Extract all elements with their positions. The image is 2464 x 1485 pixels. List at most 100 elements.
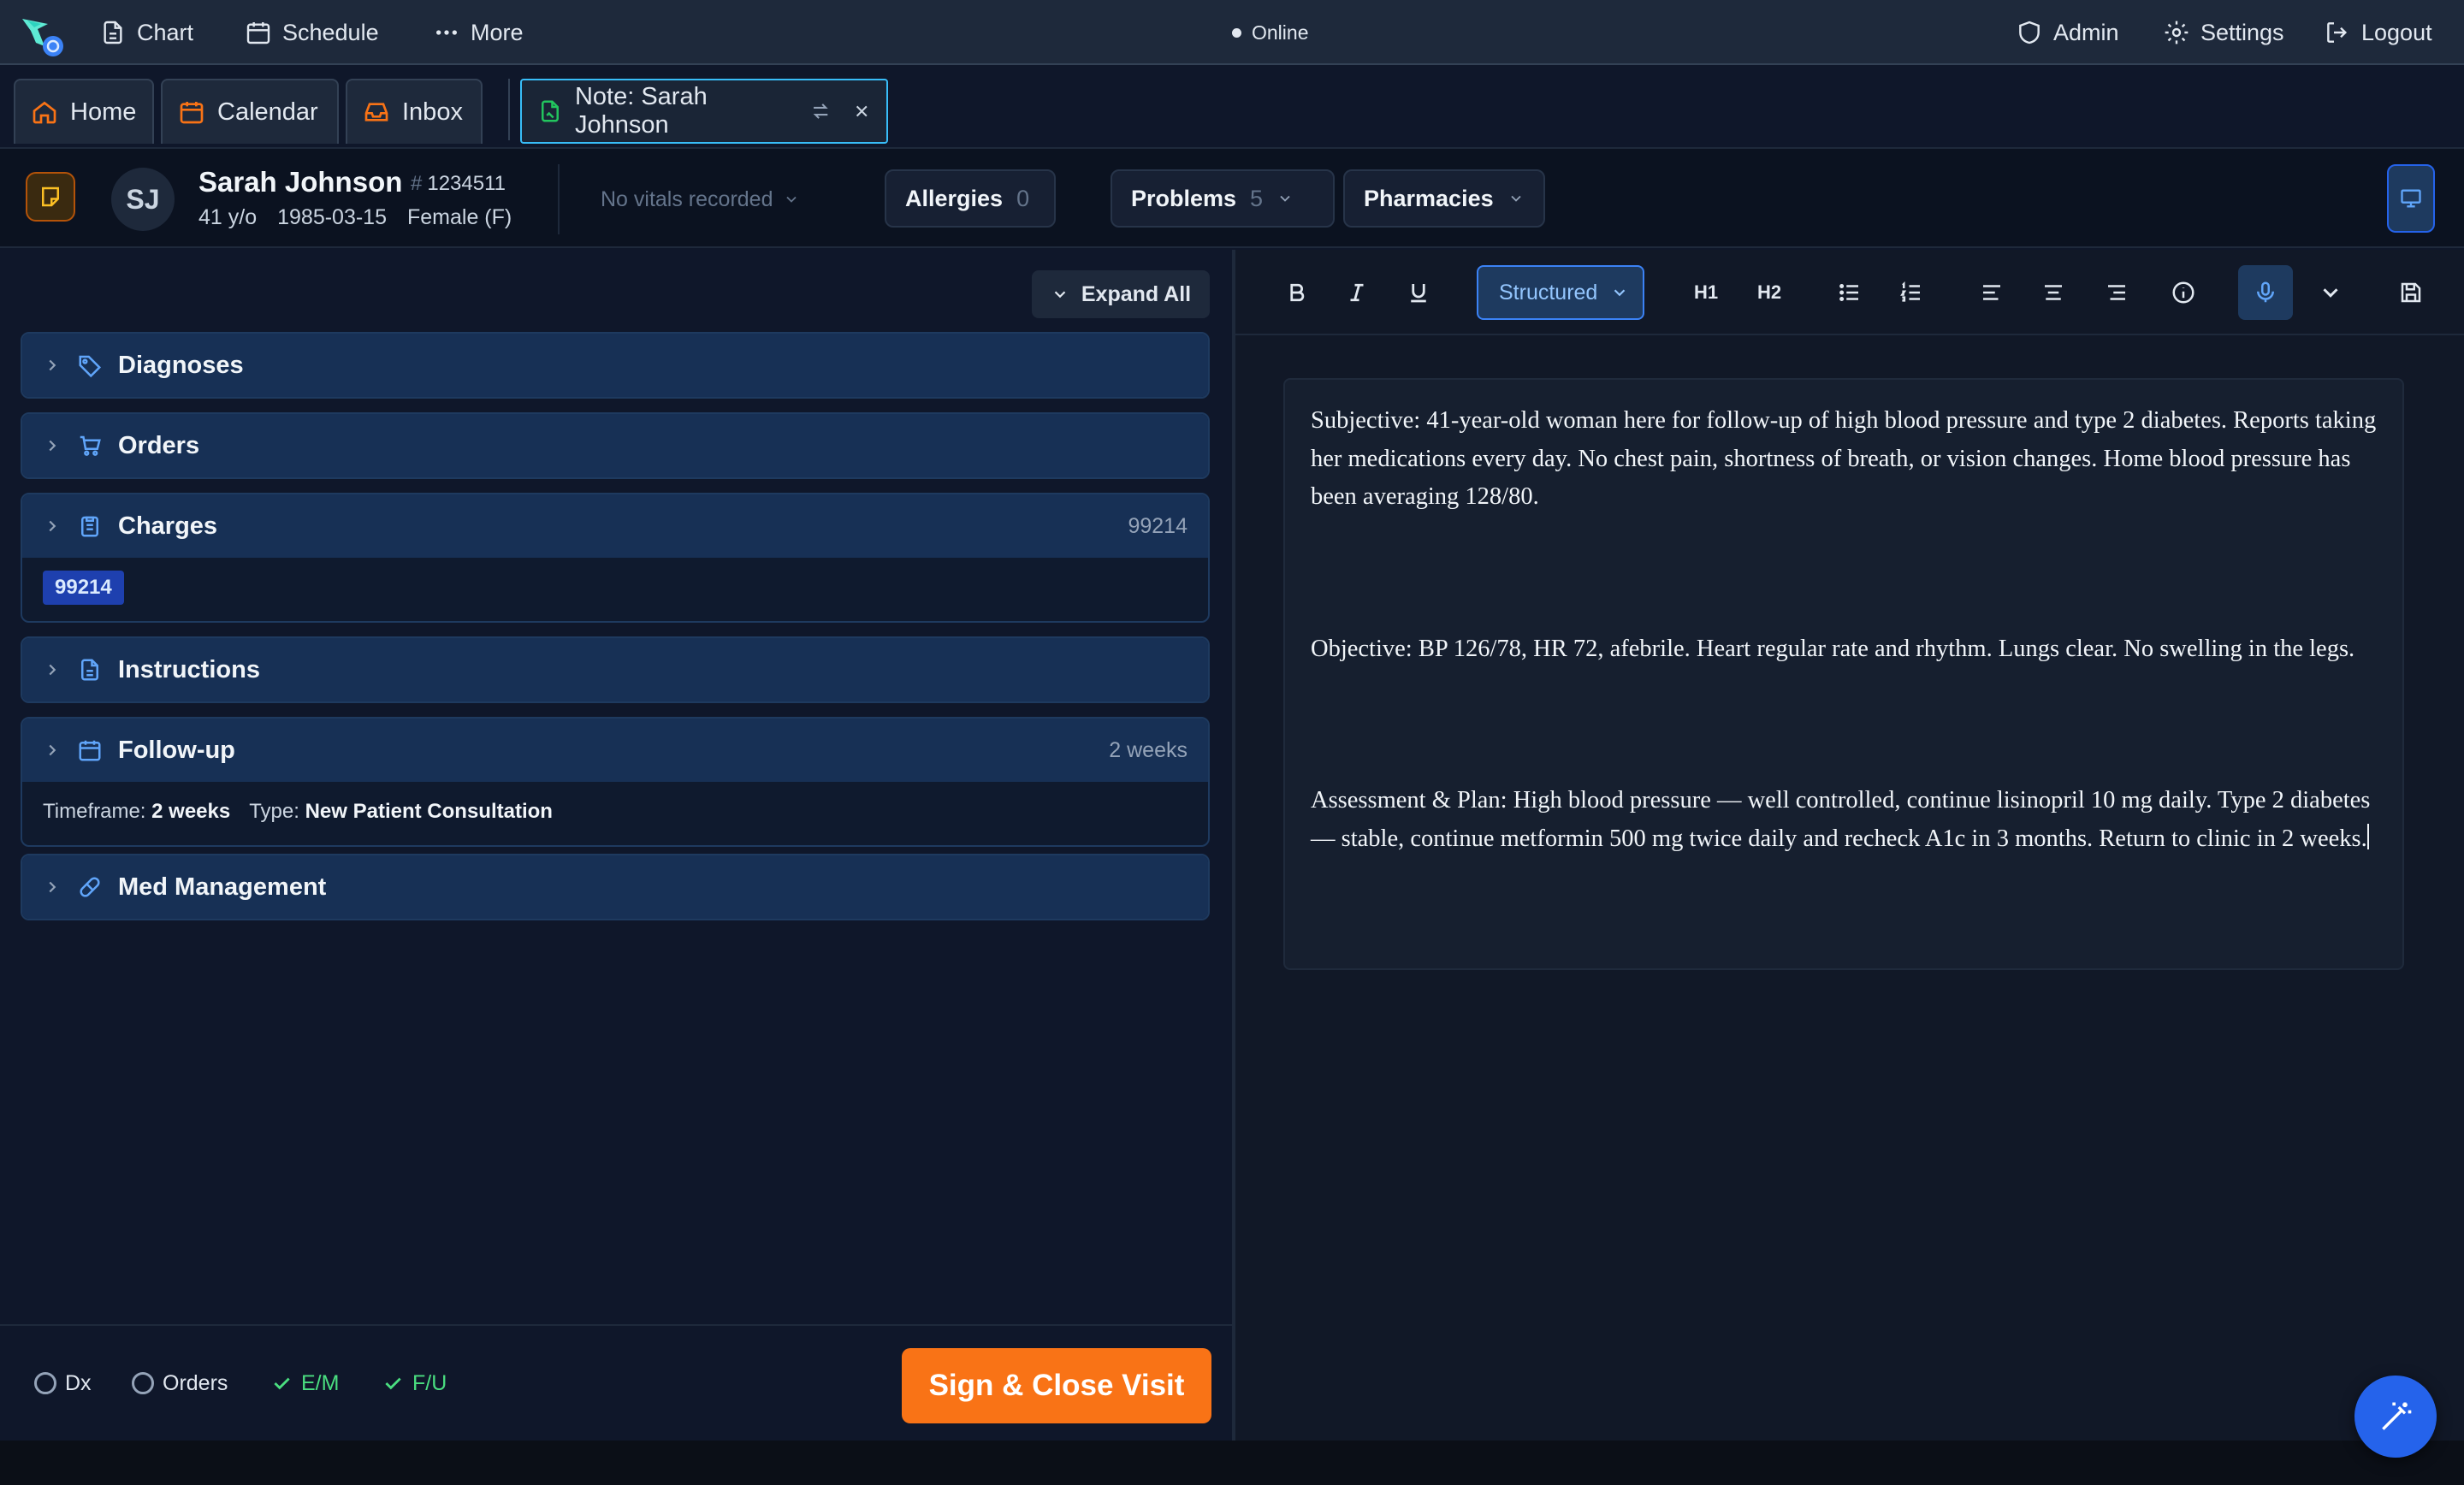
- nav-logout[interactable]: Logout: [2324, 0, 2432, 65]
- ellipsis-icon: [436, 30, 457, 35]
- tab-note-sarah-johnson[interactable]: Note: Sarah Johnson: [520, 79, 888, 144]
- patient-mrn: #1234511: [411, 172, 506, 196]
- section-med-management-header[interactable]: Med Management: [22, 855, 1208, 919]
- section-diagnoses-header[interactable]: Diagnoses: [22, 334, 1208, 397]
- checklist-em[interactable]: E/M: [270, 1326, 339, 1441]
- tab-calendar[interactable]: Calendar: [161, 79, 339, 144]
- checklist-dx[interactable]: Dx: [34, 1326, 92, 1441]
- nav-chart[interactable]: Chart: [99, 0, 193, 65]
- section-follow-up-header[interactable]: Follow-up 2 weeks: [22, 719, 1208, 782]
- section-orders-header[interactable]: Orders: [22, 414, 1208, 477]
- tab-divider: [508, 79, 510, 140]
- subjective-paragraph: Subjective: 41-year-old woman here for f…: [1311, 407, 2377, 510]
- nav-admin[interactable]: Admin: [2016, 0, 2119, 65]
- section-instructions-header[interactable]: Instructions: [22, 638, 1208, 701]
- chevron-down-icon: [2323, 288, 2338, 298]
- tab-calendar-label: Calendar: [217, 98, 318, 126]
- checklist-label: F/U: [412, 1370, 447, 1395]
- section-orders: Orders: [21, 412, 1210, 479]
- hash-icon: #: [411, 172, 423, 195]
- pharmacies-dropdown[interactable]: Pharmacies: [1343, 169, 1545, 228]
- home-icon: [33, 101, 56, 124]
- section-charges-header[interactable]: Charges 99214: [22, 494, 1208, 558]
- nav-more-label: More: [471, 19, 524, 45]
- note-editor-panel: Structured H1 H2 Subjective: 41-year-old…: [1232, 250, 2464, 1441]
- save-button[interactable]: [2390, 272, 2431, 313]
- close-icon[interactable]: [852, 101, 871, 121]
- expand-all-button[interactable]: Expand All: [1032, 270, 1210, 318]
- info-button[interactable]: [2163, 272, 2204, 313]
- microphone-icon: [2257, 281, 2274, 303]
- italic-button[interactable]: [1336, 272, 1377, 313]
- logout-icon: [2327, 22, 2348, 43]
- numbered-list-button[interactable]: [1891, 272, 1932, 313]
- patient-name[interactable]: Sarah Johnson: [198, 166, 402, 198]
- cpt-code-badge[interactable]: 99214: [43, 571, 124, 605]
- calendar-icon: [180, 102, 204, 124]
- align-right-icon: [2108, 285, 2125, 300]
- chevron-right-icon: [49, 359, 56, 371]
- section-title: Charges: [118, 512, 218, 540]
- problems-dropdown[interactable]: Problems 5: [1111, 169, 1335, 228]
- heading1-button[interactable]: H1: [1685, 272, 1727, 313]
- assessment-plan-paragraph: Assessment & Plan: High blood pressure —…: [1311, 782, 2377, 858]
- nav-chart-label: Chart: [137, 19, 194, 45]
- sign-close-visit-button[interactable]: Sign & Close Visit: [902, 1348, 1211, 1423]
- cart-icon: [80, 435, 101, 456]
- section-diagnoses: Diagnoses: [21, 332, 1210, 399]
- checklist-fu[interactable]: F/U: [382, 1326, 447, 1441]
- status-label: Online: [1252, 21, 1309, 44]
- chevron-right-icon: [49, 440, 56, 452]
- dictation-options-button[interactable]: [2310, 272, 2351, 313]
- tab-home[interactable]: Home: [14, 79, 154, 144]
- bullet-list-button[interactable]: [1829, 272, 1870, 313]
- note-mode-select[interactable]: Structured: [1477, 265, 1644, 320]
- expand-all-label: Expand All: [1081, 281, 1192, 306]
- nav-schedule[interactable]: Schedule: [245, 0, 379, 65]
- mrn-value: 1234511: [427, 172, 506, 195]
- underline-button[interactable]: [1398, 272, 1439, 313]
- bold-icon: [1290, 283, 1305, 302]
- chevron-down-icon: [786, 196, 797, 203]
- encounter-panel: Expand All Diagnoses Orders Charges 9921…: [0, 250, 1232, 1439]
- nav-settings[interactable]: Settings: [2163, 0, 2284, 65]
- bold-button[interactable]: [1276, 272, 1318, 313]
- tab-inbox[interactable]: Inbox: [346, 79, 483, 144]
- sticky-note-button[interactable]: [26, 172, 75, 222]
- save-icon: [2401, 282, 2421, 303]
- document-icon: [104, 21, 122, 44]
- patient-demographics: 41 y/o 1985-03-15 Female (F): [198, 205, 512, 230]
- align-center-button[interactable]: [2033, 272, 2074, 313]
- monitor-icon: [2401, 189, 2421, 208]
- allergies-dropdown[interactable]: Allergies 0: [885, 169, 1056, 228]
- heading2-button[interactable]: H2: [1749, 272, 1790, 313]
- display-mode-button[interactable]: [2387, 164, 2435, 233]
- numbered-list-icon: [1900, 281, 1920, 302]
- section-title: Med Management: [118, 873, 327, 901]
- type-value: New Patient Consultation: [305, 800, 553, 823]
- app-logo-icon[interactable]: [19, 12, 67, 60]
- check-icon: [274, 1377, 290, 1390]
- note-icon: [541, 100, 559, 122]
- swap-icon[interactable]: [810, 100, 831, 122]
- charges-summary: 99214: [1128, 513, 1188, 538]
- note-mode-value: Structured: [1499, 280, 1598, 305]
- note-editor[interactable]: Subjective: 41-year-old woman here for f…: [1283, 378, 2404, 970]
- align-right-button[interactable]: [2096, 272, 2137, 313]
- check-icon: [385, 1377, 401, 1390]
- tab-home-label: Home: [70, 98, 137, 126]
- ai-assist-button[interactable]: [2354, 1376, 2437, 1458]
- gear-icon: [2165, 21, 2189, 44]
- vitals-dropdown[interactable]: No vitals recorded: [601, 149, 800, 250]
- dictation-button[interactable]: [2238, 265, 2293, 320]
- align-left-button[interactable]: [1971, 272, 2012, 313]
- section-instructions: Instructions: [21, 636, 1210, 703]
- patient-header: SJ Sarah Johnson #1234511 41 y/o 1985-03…: [0, 147, 2464, 248]
- calendar-icon: [79, 740, 101, 761]
- sticky-note-icon: [42, 186, 59, 207]
- checklist-orders[interactable]: Orders: [132, 1326, 228, 1441]
- objective-paragraph: Objective: BP 126/78, HR 72, afebrile. H…: [1311, 635, 2355, 662]
- magic-wand-icon: [2382, 1402, 2412, 1430]
- nav-more[interactable]: More: [433, 0, 524, 65]
- follow-up-timeframe: Timeframe: 2 weeks: [43, 800, 230, 824]
